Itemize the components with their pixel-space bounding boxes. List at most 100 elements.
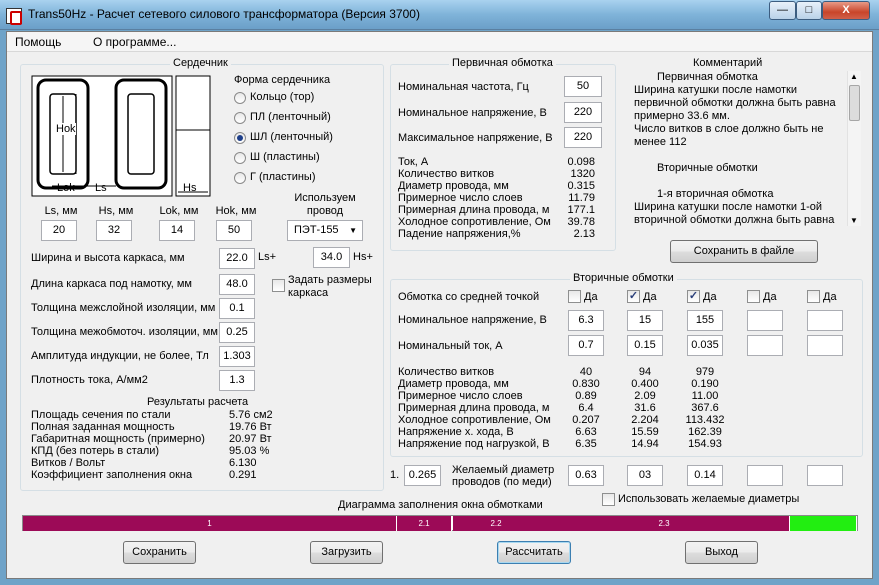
primary-result-value-4: 177.1 bbox=[567, 204, 595, 216]
primary-input-2[interactable]: 220 bbox=[564, 127, 602, 148]
secondary-voltage-input-3[interactable] bbox=[747, 310, 783, 331]
dim-input-1[interactable]: 32 bbox=[96, 220, 132, 241]
comment-scrollbar[interactable]: ▲ ▼ bbox=[847, 71, 861, 226]
primary-result-label-3: Примерное число слоев bbox=[398, 192, 523, 204]
primary-input-label-1: Номинальное напряжение, В bbox=[398, 107, 547, 119]
menu-help[interactable]: Помощь bbox=[15, 35, 61, 49]
maximize-button[interactable]: □ bbox=[796, 1, 822, 20]
comment-title: Комментарий bbox=[693, 57, 763, 69]
dim-input-0[interactable]: 20 bbox=[41, 220, 77, 241]
primary-group-title: Первичная обмотка bbox=[449, 57, 556, 69]
secondary-voltage-input-4[interactable] bbox=[807, 310, 843, 331]
hok-drawing-label: Hok bbox=[56, 123, 76, 135]
menu-about[interactable]: О программе... bbox=[93, 35, 176, 49]
secondary-resistance-value-0: 0.207 bbox=[572, 414, 600, 426]
shape-radio-0[interactable] bbox=[234, 92, 246, 104]
core-shape-title: Форма сердечника bbox=[234, 74, 331, 86]
secondary-current-input-2[interactable]: 0.035 bbox=[687, 335, 723, 356]
secondary-length-value-1: 31.6 bbox=[634, 402, 656, 414]
shape-radio-3[interactable] bbox=[234, 152, 246, 164]
set-frame-checkbox[interactable] bbox=[272, 279, 285, 292]
core-result-label-5: Коэффициент заполнения окна bbox=[31, 469, 193, 481]
comment-line-2: первичной обмотки должна быть равна bbox=[634, 97, 836, 109]
wire-select[interactable]: ПЭТ-155 ▼ bbox=[287, 220, 363, 241]
secondary-current-input-1[interactable]: 0.15 bbox=[627, 335, 663, 356]
scrollbar-thumb[interactable] bbox=[849, 85, 860, 121]
save-to-file-button[interactable]: Сохранить в файле bbox=[670, 240, 818, 263]
param-input-3[interactable]: 0.25 bbox=[219, 322, 255, 343]
comment-line-0: Первичная обмотка bbox=[657, 71, 758, 83]
center-tap-checkbox-4[interactable] bbox=[807, 290, 820, 303]
param-input-1[interactable]: 48.0 bbox=[219, 274, 255, 295]
comment-text: Первичная обмотка Ширина катушки после на… bbox=[627, 71, 860, 226]
secondary-group-title: Вторичные обмотки bbox=[570, 272, 677, 284]
param-input-2[interactable]: 0.1 bbox=[219, 298, 255, 319]
param-label-3: Толщина межобмоточ. изоляции, мм bbox=[31, 326, 218, 338]
comment-line-9: 1-я вторичная обмотка bbox=[657, 188, 774, 200]
dim-input-3[interactable]: 50 bbox=[216, 220, 252, 241]
comment-line-10: Ширина катушки после намотки 1-ой bbox=[634, 201, 823, 213]
primary-result-label-6: Падение напряжения,% bbox=[398, 228, 521, 240]
hs-plus-input[interactable]: 34.0 bbox=[313, 247, 350, 268]
param-input-4[interactable]: 1.303 bbox=[219, 346, 255, 367]
desired-diameter-input-3[interactable] bbox=[747, 465, 783, 486]
shape-label-2: ШЛ (ленточный) bbox=[250, 131, 333, 143]
close-button[interactable]: X bbox=[822, 1, 870, 20]
desired-diameter-input-4[interactable] bbox=[807, 465, 843, 486]
shape-radio-4[interactable] bbox=[234, 172, 246, 184]
desired-diameter-first[interactable]: 0.265 bbox=[404, 465, 441, 486]
param-input-0[interactable]: 22.0 bbox=[219, 248, 255, 269]
secondary-current-input-4[interactable] bbox=[807, 335, 843, 356]
param-label-4: Амплитуда индукции, не более, Тл bbox=[31, 350, 209, 362]
minimize-button[interactable]: — bbox=[769, 1, 796, 20]
scroll-up-icon[interactable]: ▲ bbox=[850, 72, 858, 81]
center-tap-checkbox-1[interactable]: ✓ bbox=[627, 290, 640, 303]
center-tap-checkbox-3[interactable] bbox=[747, 290, 760, 303]
primary-result-value-6: 2.13 bbox=[573, 228, 595, 240]
secondary-current-input-0[interactable]: 0.7 bbox=[568, 335, 604, 356]
primary-input-label-2: Максимальное напряжение, В bbox=[398, 132, 553, 144]
load-button[interactable]: Загрузить bbox=[310, 541, 383, 564]
comment-line-7: Вторичные обмотки bbox=[657, 162, 758, 174]
results-title: Результаты расчета bbox=[147, 396, 249, 408]
shape-radio-2[interactable] bbox=[234, 132, 246, 144]
core-group-title: Сердечник bbox=[170, 57, 231, 69]
secondary-current-label: Номинальный ток, А bbox=[398, 340, 503, 352]
primary-result-value-3: 11.79 bbox=[568, 192, 595, 204]
fill-segment-2: 2.2 bbox=[453, 516, 540, 531]
secondary-result-label-6: Напряжение под нагрузкой, В bbox=[398, 438, 550, 450]
desired-diameter-input-1[interactable]: 03 bbox=[627, 465, 663, 486]
hs-drawing-label: Hs bbox=[183, 182, 197, 194]
use-desired-checkbox[interactable] bbox=[602, 493, 615, 506]
calculate-button[interactable]: Рассчитать bbox=[497, 541, 571, 564]
center-tap-checkbox-2[interactable]: ✓ bbox=[687, 290, 700, 303]
comment-line-4: Число витков в слое должно быть не bbox=[634, 123, 824, 135]
param-label-5: Плотность тока, А/мм2 bbox=[31, 374, 148, 386]
secondary-voltage-input-2[interactable]: 155 bbox=[687, 310, 723, 331]
secondary-voltage-input-0[interactable]: 6.3 bbox=[568, 310, 604, 331]
chevron-down-icon: ▼ bbox=[349, 226, 357, 235]
desired-diameter-input-0[interactable]: 0.63 bbox=[568, 465, 604, 486]
core-result-value-5: 0.291 bbox=[229, 469, 257, 481]
save-button[interactable]: Сохранить bbox=[123, 541, 196, 564]
center-tap-checkbox-0[interactable] bbox=[568, 290, 581, 303]
secondary-current-input-3[interactable] bbox=[747, 335, 783, 356]
primary-input-1[interactable]: 220 bbox=[564, 102, 602, 123]
secondary-voltage-input-1[interactable]: 15 bbox=[627, 310, 663, 331]
secondary-load_v-value-1: 14.94 bbox=[631, 438, 659, 450]
use-desired-label: Использовать желаемые диаметры bbox=[618, 493, 800, 505]
dim-input-2[interactable]: 14 bbox=[159, 220, 195, 241]
exit-button[interactable]: Выход bbox=[685, 541, 758, 564]
primary-result-label-4: Примерная длина провода, м bbox=[398, 204, 550, 216]
secondary-load_v-value-2: 154.93 bbox=[688, 438, 722, 450]
ls-drawing-label: Ls bbox=[95, 182, 107, 194]
desired-diameter-input-2[interactable]: 0.14 bbox=[687, 465, 723, 486]
param-input-5[interactable]: 1.3 bbox=[219, 370, 255, 391]
primary-result-label-5: Холодное сопротивление, Ом bbox=[398, 216, 551, 228]
primary-result-value-1: 1320 bbox=[570, 168, 595, 180]
shape-radio-1[interactable] bbox=[234, 112, 246, 124]
secondary-diam-value-2: 0.190 bbox=[691, 378, 719, 390]
dim-label-0: Ls, мм bbox=[44, 205, 78, 217]
scroll-down-icon[interactable]: ▼ bbox=[850, 216, 858, 225]
primary-input-0[interactable]: 50 bbox=[564, 76, 602, 97]
